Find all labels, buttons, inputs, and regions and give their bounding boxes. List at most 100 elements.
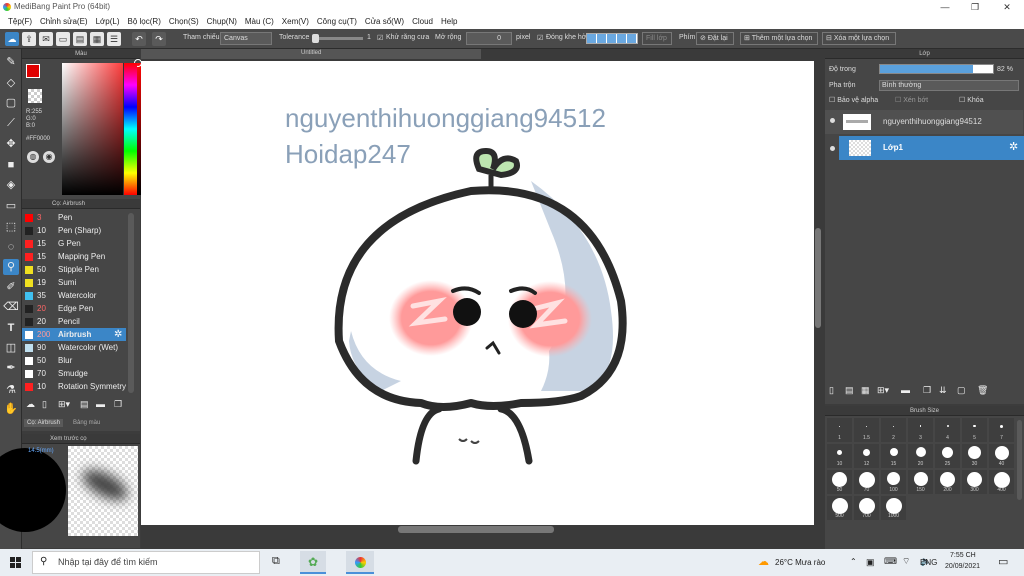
reference-select[interactable]: Canvas (220, 32, 272, 45)
reset-button[interactable]: ⊘ Đặt lại (696, 32, 734, 45)
brush-settings-gear-icon[interactable]: ✲ (114, 329, 122, 340)
layer-row-selected[interactable]: Lớp1 ✲ (839, 136, 1024, 160)
brush-size-option[interactable]: 50 (827, 470, 852, 494)
menu-select[interactable]: Chọn(S) (165, 15, 203, 29)
weather-text[interactable]: 26°C Mưa rào (775, 558, 825, 567)
divide-tool-icon[interactable]: ◫ (3, 340, 19, 356)
brush-item[interactable]: 90 Watercolor (Wet) (22, 341, 126, 354)
taskbar-app-1-icon[interactable]: ✿ (300, 551, 326, 574)
brush-size-option[interactable]: 700 (854, 496, 879, 520)
layer-settings-gear-icon[interactable]: ✲ (1009, 140, 1018, 153)
brush-size-option[interactable]: 15 (881, 444, 906, 468)
add-selection-button[interactable]: ⊞ Thêm một lựa chọn (740, 32, 818, 45)
fill-layer-button[interactable]: Fill lớp (642, 32, 672, 45)
tab-palette[interactable]: Bảng màu (70, 419, 103, 427)
lock-checkbox[interactable]: ☐ Khóa (959, 96, 984, 104)
brush-item[interactable]: 3 Pen (22, 211, 126, 224)
menu-file[interactable]: Tệp(F) (4, 15, 36, 29)
brush-tool-icon[interactable]: ✎ (3, 54, 19, 70)
menu-window[interactable]: Cửa sổ(W) (361, 15, 408, 29)
layer-visibility-icon[interactable] (830, 118, 835, 123)
brush-size-option[interactable]: 1 (827, 418, 852, 442)
menu-edit[interactable]: Chỉnh sửa(E) (36, 15, 92, 29)
taskbar-medibang-icon[interactable] (346, 551, 374, 574)
task-view-icon[interactable]: ⧉ (272, 555, 280, 568)
protect-alpha-checkbox[interactable]: ☐ Bảo vệ alpha (829, 96, 878, 104)
brush-item[interactable]: 10 Pen (Sharp) (22, 224, 126, 237)
brush-size-option[interactable]: 20 (908, 444, 933, 468)
menu-view[interactable]: Xem(V) (278, 15, 313, 29)
maximize-button[interactable]: ❐ (960, 0, 990, 15)
brush-size-option[interactable]: 400 (989, 470, 1014, 494)
eraser-tool-icon[interactable]: ◇ (3, 75, 19, 91)
brush-item[interactable]: 15 Mapping Pen (22, 250, 126, 263)
brush-size-option[interactable]: 4 (935, 418, 960, 442)
minimize-button[interactable]: — (930, 0, 960, 15)
canvas-vertical-scrollbar[interactable] (815, 228, 821, 328)
brush-size-option[interactable]: 500 (827, 496, 852, 520)
tray-app-icon[interactable]: ▣ (866, 557, 875, 568)
brush-size-option[interactable]: 1000 (881, 496, 906, 520)
brush-item[interactable]: 50 Stipple Pen (22, 263, 126, 276)
brush-properties-icon[interactable]: ▤ (80, 399, 89, 410)
fill-rect-tool-icon[interactable]: ■ (3, 157, 19, 173)
palette-icon[interactable]: ◍ (27, 151, 39, 163)
brush-size-option[interactable]: 150 (908, 470, 933, 494)
hue-slider[interactable] (123, 63, 137, 195)
duplicate-layer-icon[interactable]: ❐ (923, 385, 931, 396)
close-gap-checkbox[interactable]: ☑ (537, 34, 543, 42)
text-tool-icon[interactable]: T (3, 320, 19, 336)
windows-start-icon[interactable] (10, 557, 21, 568)
brush-size-option[interactable]: 3 (908, 418, 933, 442)
brush-item[interactable]: 35 Watercolor (22, 289, 126, 302)
menu-snap[interactable]: Chụp(N) (203, 15, 241, 29)
brush-item[interactable]: 19 Sumi (22, 276, 126, 289)
menu-filter[interactable]: Bộ lọc(R) (124, 15, 165, 29)
new-layer-alt-icon[interactable]: ▤ (845, 385, 854, 396)
grid-icon[interactable]: ▦ (90, 32, 104, 46)
brush-folder-icon[interactable]: ▬ (96, 399, 105, 409)
brush-item[interactable]: 20 Edge Pen (22, 302, 126, 315)
brush-size-option[interactable]: 200 (935, 470, 960, 494)
notifications-icon[interactable]: ▭ (998, 555, 1008, 568)
undo-icon[interactable]: ↶ (132, 32, 146, 46)
brush-item[interactable]: 10 Rotation Symmetry (22, 380, 126, 393)
operation-tool-icon[interactable]: ✒ (3, 360, 19, 376)
brush-item[interactable]: 50 Blur (22, 354, 126, 367)
tab-brush[interactable]: Cọ: Airbrush (24, 419, 64, 427)
eyedropper-tool-icon[interactable]: ⚗ (3, 382, 19, 398)
clock-date[interactable]: 20/09/2021 (945, 563, 980, 570)
brush-item[interactable]: 15 G Pen (22, 237, 126, 250)
brush-item[interactable]: 20 Pencil (22, 315, 126, 328)
language-indicator[interactable]: ENG (920, 558, 937, 567)
transparent-color-swatch[interactable] (28, 89, 42, 103)
brush-item[interactable]: 70 Smudge (22, 367, 126, 380)
bucket-tool-icon[interactable]: ◈ (3, 177, 19, 193)
menu-tools[interactable]: Công cụ(T) (313, 15, 361, 29)
menu-cloud[interactable]: Cloud (408, 15, 437, 29)
brush-size-option[interactable]: 25 (935, 444, 960, 468)
brush-copy-icon[interactable]: ❐ (114, 399, 122, 410)
brush-new-icon[interactable]: ▯ (42, 399, 47, 410)
brush-size-option[interactable]: 30 (962, 444, 987, 468)
drawing-canvas[interactable]: nguyenthihuonggiang94512 Hoidap247 (141, 61, 814, 525)
brush-size-option[interactable]: 5 (962, 418, 987, 442)
color-history-icon[interactable]: ◉ (43, 151, 55, 163)
gradient-tool-icon[interactable]: ▭ (3, 198, 19, 214)
brush-size-option[interactable]: 300 (962, 470, 987, 494)
layer-folder-icon[interactable]: ▬ (901, 385, 910, 395)
menu-color[interactable]: Màu (C) (241, 15, 278, 29)
brush-add-icon[interactable]: ⊞▾ (58, 399, 70, 410)
layer-row[interactable]: nguyenthihuonggiang94512 (825, 110, 1023, 134)
chat-icon[interactable]: ▭ (56, 32, 70, 46)
share-icon[interactable]: ⇪ (22, 32, 36, 46)
select-eraser-tool-icon[interactable]: ⌫ (3, 299, 19, 315)
menu-layer[interactable]: Lớp(L) (92, 15, 124, 29)
menu-help[interactable]: Help (437, 15, 461, 29)
remove-selection-button[interactable]: ⊟ Xóa một lựa chọn (822, 32, 896, 45)
wifi-icon[interactable]: ⌔ (902, 556, 910, 567)
clear-layer-icon[interactable]: ▢ (957, 385, 966, 396)
brush-cloud-icon[interactable]: ☁ (26, 399, 35, 410)
tolerance-slider[interactable] (313, 37, 363, 40)
network-icon[interactable]: ⌨ (884, 556, 897, 567)
